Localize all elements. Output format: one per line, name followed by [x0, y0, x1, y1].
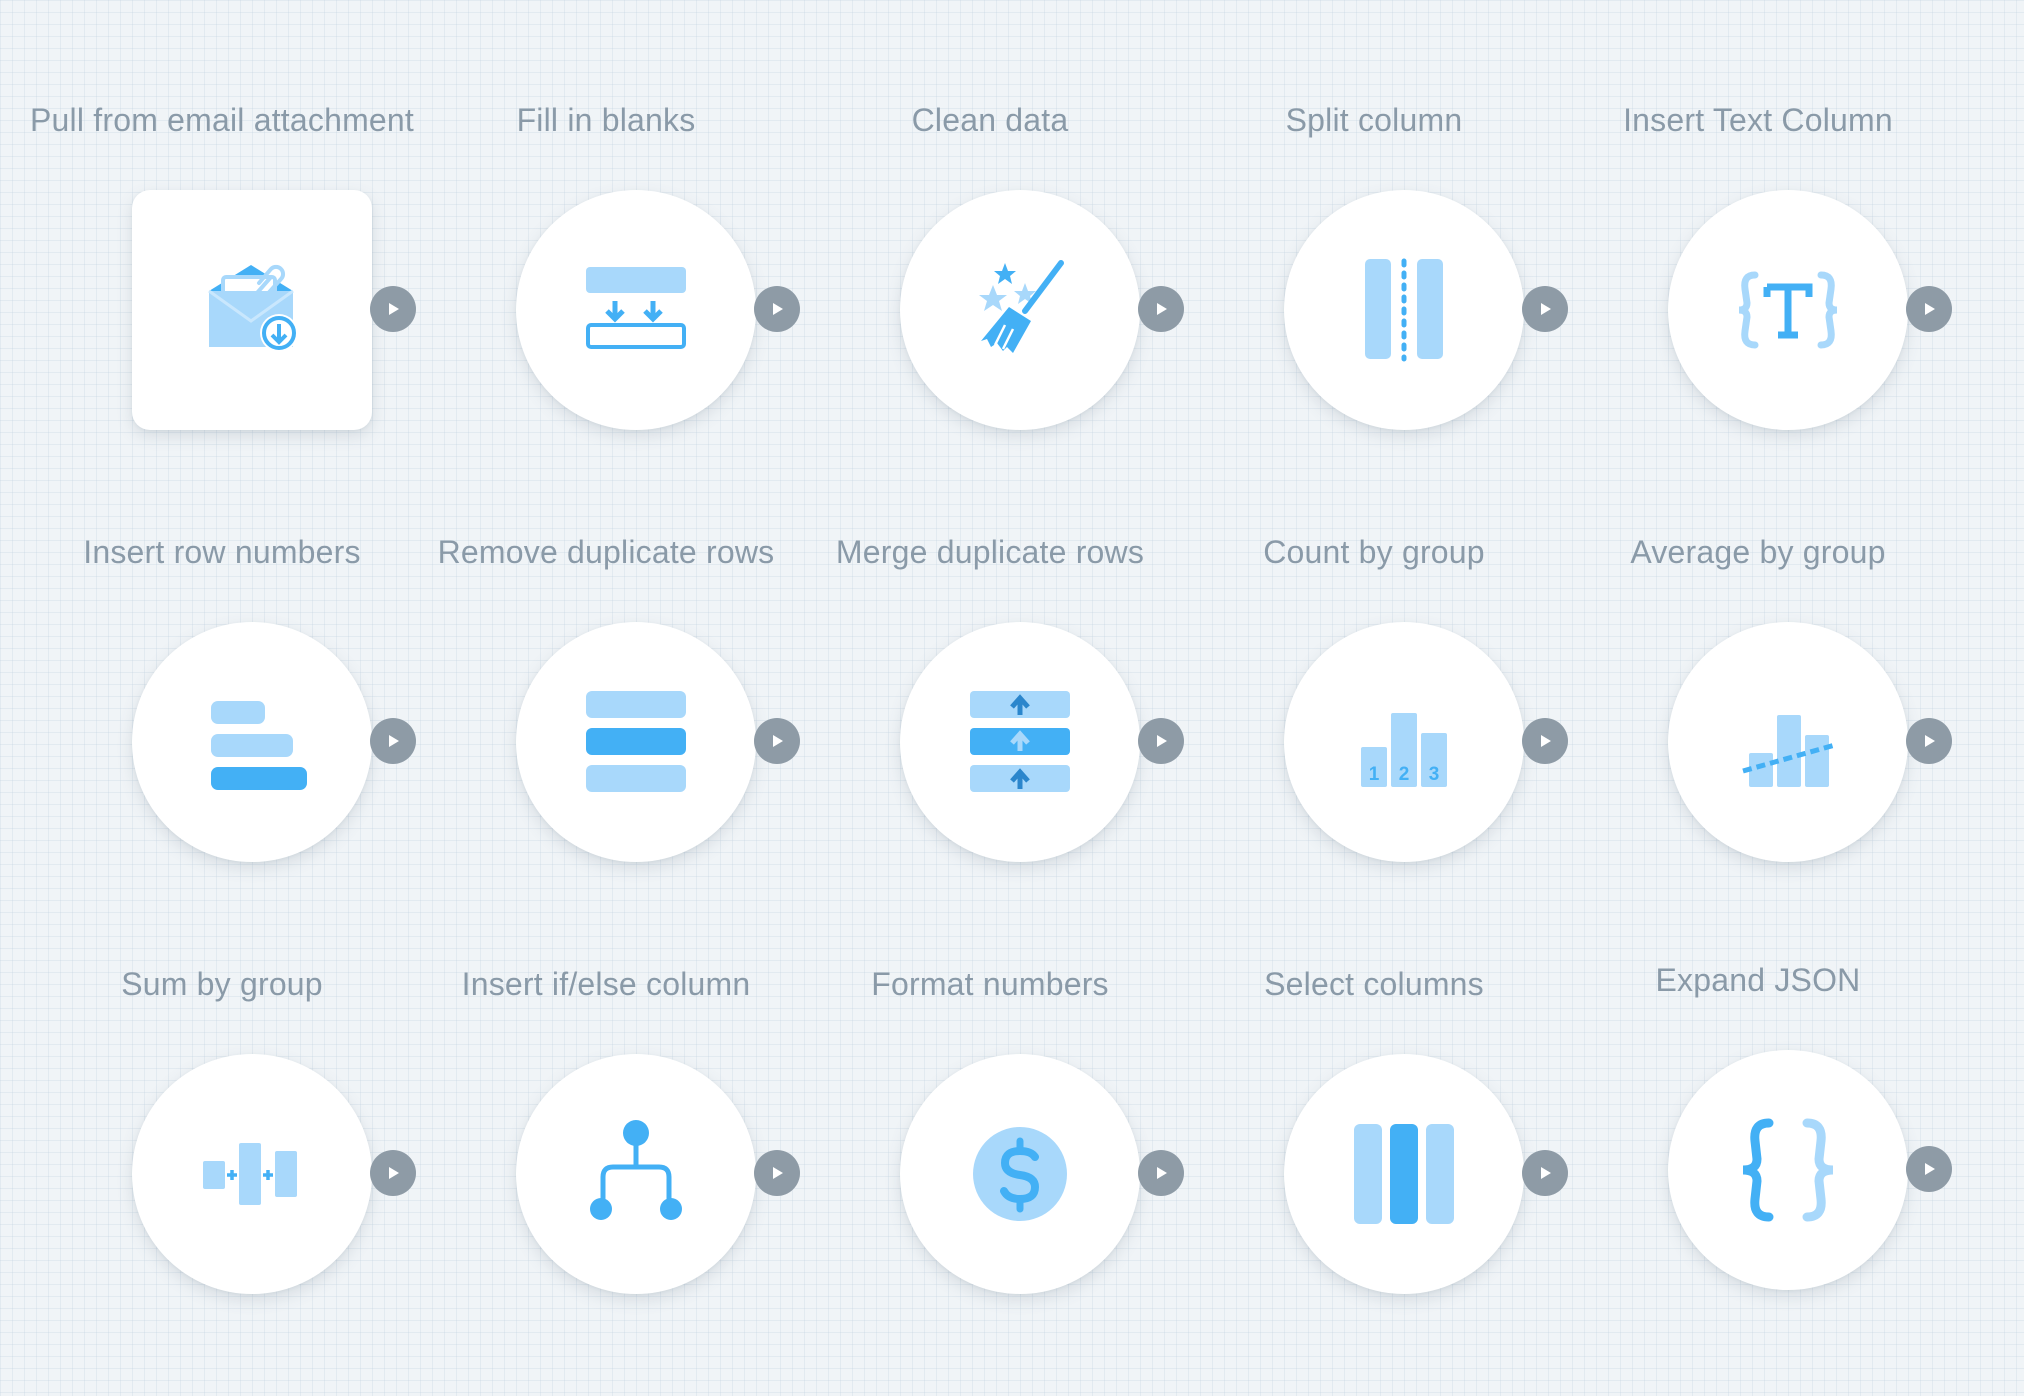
node-card[interactable] — [900, 190, 1140, 430]
node-insert-row-numbers[interactable]: Insert row numbers — [30, 432, 416, 862]
node-card[interactable] — [900, 1054, 1140, 1294]
play-icon — [773, 303, 783, 315]
play-icon — [1541, 303, 1551, 315]
node-card[interactable] — [132, 1054, 372, 1294]
node-fill-in-blanks[interactable]: Fill in blanks — [414, 0, 800, 430]
node-label: Format numbers — [871, 966, 1109, 1002]
run-button[interactable] — [370, 718, 416, 764]
dollar-icon — [973, 1127, 1067, 1221]
node-label: Remove duplicate rows — [437, 534, 775, 570]
row-numbers-icon — [211, 701, 307, 790]
run-button[interactable] — [1522, 718, 1568, 764]
node-card[interactable] — [516, 1054, 756, 1294]
node-split-column[interactable]: Split column — [1182, 0, 1568, 430]
run-button[interactable] — [1138, 1150, 1184, 1196]
run-button[interactable] — [1906, 1146, 1952, 1192]
play-icon — [1541, 1167, 1551, 1179]
node-label: Insert row numbers — [83, 534, 361, 570]
play-icon — [1925, 735, 1935, 747]
email-attachment-icon — [208, 264, 298, 352]
node-card[interactable] — [516, 622, 756, 862]
node-pull-from-email[interactable]: Pull from email attachment — [30, 0, 416, 430]
play-icon — [1157, 1167, 1167, 1179]
node-label: Select columns — [1264, 966, 1484, 1002]
play-icon — [389, 1167, 399, 1179]
node-card[interactable] — [1284, 1054, 1524, 1294]
curly-braces-icon — [1742, 1118, 1834, 1222]
fill-blanks-icon — [586, 267, 686, 349]
run-button[interactable] — [1138, 718, 1184, 764]
run-button[interactable] — [1906, 286, 1952, 332]
select-columns-icon — [1354, 1124, 1454, 1224]
text-column-icon — [1738, 271, 1838, 349]
node-merge-duplicate-rows[interactable]: Merge duplicate rows — [798, 432, 1184, 862]
node-label: Pull from email attachment — [30, 102, 415, 138]
play-icon — [389, 735, 399, 747]
node-label: Insert Text Column — [1623, 102, 1893, 138]
node-card[interactable] — [1668, 190, 1908, 430]
node-average-by-group[interactable]: Average by group — [1566, 432, 1952, 862]
node-card[interactable] — [132, 622, 372, 862]
node-clean-data[interactable]: Clean data — [798, 0, 1184, 430]
average-by-group-icon — [1742, 715, 1836, 787]
remove-duplicates-icon — [586, 691, 686, 792]
run-button[interactable] — [370, 286, 416, 332]
node-label: Clean data — [911, 102, 1069, 138]
run-button[interactable] — [754, 286, 800, 332]
node-sum-by-group[interactable]: Sum by group — [30, 864, 416, 1294]
play-icon — [1157, 303, 1167, 315]
play-icon — [1925, 1163, 1935, 1175]
node-label: Average by group — [1630, 534, 1886, 570]
node-label: Merge duplicate rows — [835, 534, 1145, 570]
play-icon — [1925, 303, 1935, 315]
node-label: Sum by group — [121, 966, 323, 1002]
node-format-numbers[interactable]: Format numbers — [798, 864, 1184, 1294]
count-digit: 3 — [1429, 764, 1440, 785]
broom-icon — [979, 260, 1064, 353]
run-button[interactable] — [754, 1150, 800, 1196]
node-count-by-group[interactable]: Count by group 1 2 3 — [1182, 432, 1568, 862]
run-button[interactable] — [370, 1150, 416, 1196]
run-button[interactable] — [1522, 286, 1568, 332]
play-icon — [773, 1167, 783, 1179]
node-card[interactable] — [1284, 190, 1524, 430]
branch-icon — [590, 1120, 682, 1220]
node-card[interactable]: 1 2 3 — [1284, 622, 1524, 862]
node-card[interactable] — [516, 190, 756, 430]
node-insert-if-else-column[interactable]: Insert if/else column — [414, 864, 800, 1294]
node-label: Expand JSON — [1655, 962, 1861, 998]
play-icon — [773, 735, 783, 747]
sum-by-group-icon — [203, 1143, 297, 1205]
run-button[interactable] — [754, 718, 800, 764]
run-button[interactable] — [1906, 718, 1952, 764]
play-icon — [389, 303, 399, 315]
node-label: Split column — [1285, 102, 1463, 138]
play-icon — [1541, 735, 1551, 747]
node-card[interactable] — [1668, 622, 1908, 862]
node-select-columns[interactable]: Select columns — [1182, 864, 1568, 1294]
run-button[interactable] — [1138, 286, 1184, 332]
node-insert-text-column[interactable]: Insert Text Column — [1566, 0, 1952, 430]
node-label: Insert if/else column — [461, 966, 751, 1002]
merge-duplicates-icon — [970, 691, 1070, 792]
split-column-icon — [1365, 258, 1443, 362]
node-expand-json[interactable]: Expand JSON — [1566, 860, 1952, 1290]
count-digit: 1 — [1369, 764, 1380, 785]
node-remove-duplicate-rows[interactable]: Remove duplicate rows — [414, 432, 800, 862]
node-card[interactable] — [132, 190, 372, 430]
node-card[interactable] — [1668, 1050, 1908, 1290]
node-label: Fill in blanks — [516, 102, 696, 138]
node-card[interactable] — [900, 622, 1140, 862]
count-by-group-icon: 1 2 3 — [1361, 713, 1447, 787]
run-button[interactable] — [1522, 1150, 1568, 1196]
play-icon — [1157, 735, 1167, 747]
count-digit: 2 — [1399, 764, 1410, 785]
node-label: Count by group — [1263, 534, 1485, 570]
